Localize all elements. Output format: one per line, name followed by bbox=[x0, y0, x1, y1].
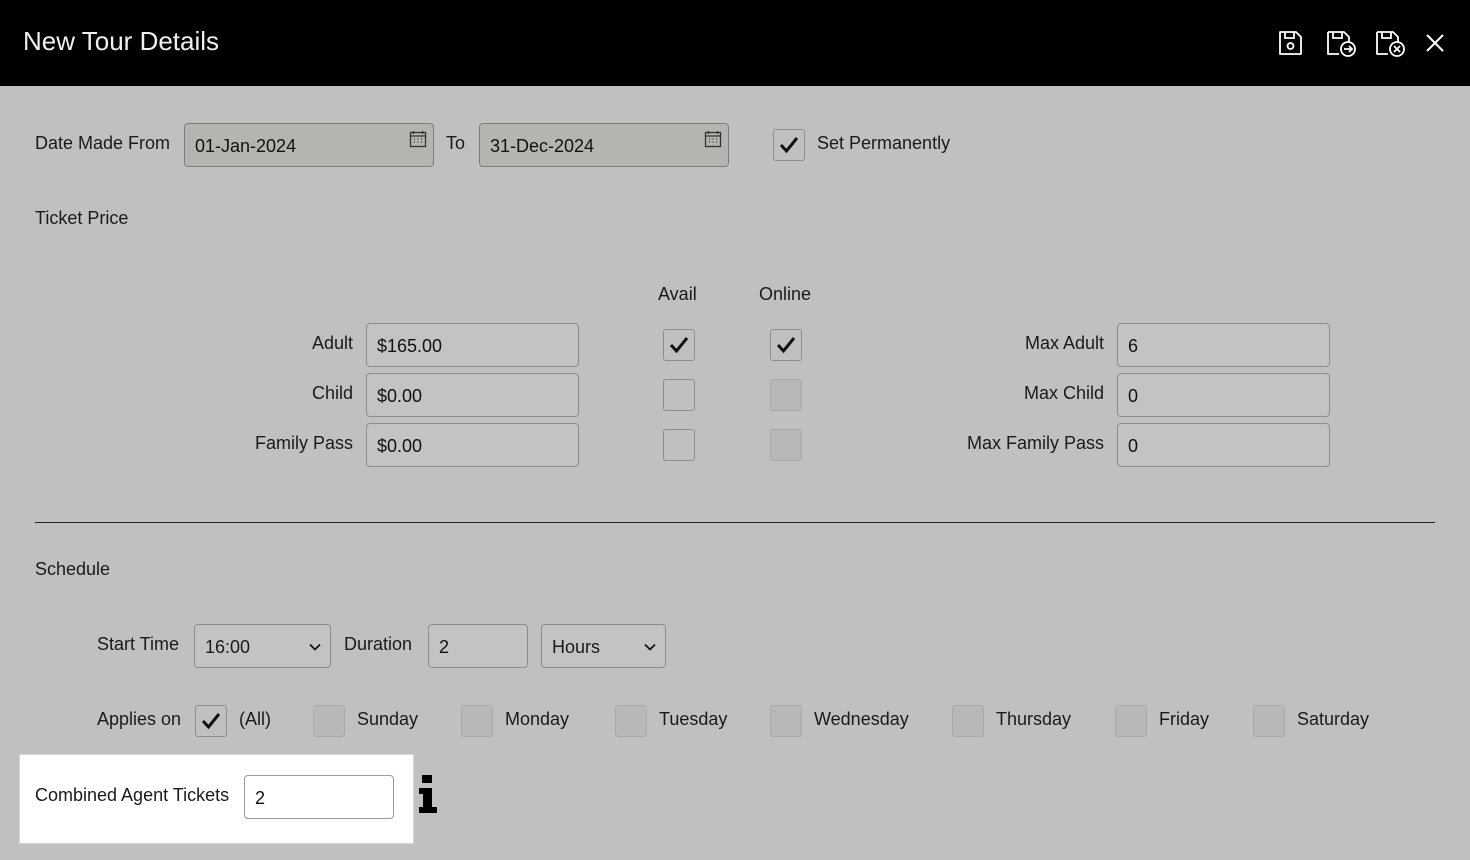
start-time-label: Start Time bbox=[97, 634, 180, 654]
chevron-down-icon bbox=[644, 643, 656, 651]
date-made-from-label: Date Made From bbox=[35, 133, 171, 153]
check-icon bbox=[779, 137, 799, 154]
date-from-field[interactable]: 01-Jan-2024 bbox=[184, 123, 434, 167]
max-family-pass-label: Max Family Pass bbox=[966, 433, 1104, 453]
start-time-value: 16:00 bbox=[205, 637, 251, 657]
calendar-icon[interactable] bbox=[704, 130, 722, 148]
day-tuesday-checkbox[interactable] bbox=[615, 705, 647, 737]
day-monday-label: Monday bbox=[505, 709, 570, 729]
online-column-header: Online bbox=[759, 284, 812, 304]
child-label: Child bbox=[311, 383, 353, 403]
info-icon[interactable] bbox=[416, 774, 440, 814]
day-friday-label: Friday bbox=[1159, 709, 1210, 729]
date-to-field[interactable]: 31-Dec-2024 bbox=[479, 123, 729, 167]
combined-agent-tickets-label: Combined Agent Tickets bbox=[35, 785, 230, 805]
child-avail-checkbox[interactable] bbox=[663, 379, 695, 411]
child-online-checkbox bbox=[770, 379, 802, 411]
calendar-icon[interactable] bbox=[409, 130, 427, 148]
family-pass-avail-checkbox[interactable] bbox=[663, 429, 695, 461]
save-icon[interactable] bbox=[1275, 28, 1305, 58]
duration-unit-value: Hours bbox=[552, 637, 601, 657]
family-pass-price-input[interactable]: $0.00 bbox=[366, 423, 579, 467]
family-pass-label: Family Pass bbox=[254, 433, 353, 453]
day-sunday-checkbox[interactable] bbox=[313, 705, 345, 737]
set-permanently-label: Set Permanently bbox=[817, 133, 951, 153]
close-icon[interactable] bbox=[1420, 28, 1448, 58]
max-family-pass-input[interactable]: 0 bbox=[1117, 423, 1330, 467]
day-all-checkbox[interactable] bbox=[195, 705, 227, 737]
max-child-label: Max Child bbox=[1023, 383, 1104, 403]
duration-input[interactable]: 2 bbox=[428, 624, 528, 668]
save-and-close-icon[interactable] bbox=[1374, 28, 1408, 58]
adult-label: Adult bbox=[311, 333, 353, 353]
duration-unit-select[interactable]: Hours bbox=[541, 624, 666, 668]
check-icon bbox=[669, 337, 689, 354]
set-permanently-checkbox[interactable] bbox=[773, 129, 805, 161]
max-adult-input[interactable]: 6 bbox=[1117, 323, 1330, 367]
window-title: New Tour Details bbox=[23, 26, 220, 56]
check-icon bbox=[201, 713, 221, 730]
day-thursday-label: Thursday bbox=[996, 709, 1072, 729]
adult-online-checkbox[interactable] bbox=[770, 329, 802, 361]
day-friday-checkbox[interactable] bbox=[1115, 705, 1147, 737]
title-bar: New Tour Details bbox=[0, 0, 1470, 86]
applies-on-label: Applies on bbox=[97, 709, 182, 729]
ticket-price-heading: Ticket Price bbox=[35, 208, 129, 228]
start-time-select[interactable]: 16:00 bbox=[194, 624, 331, 668]
date-to-value: 31-Dec-2024 bbox=[490, 136, 595, 156]
combined-agent-panel: Combined Agent Tickets 2 bbox=[19, 754, 414, 844]
section-divider bbox=[35, 522, 1435, 523]
duration-label: Duration bbox=[344, 634, 413, 654]
day-saturday-checkbox[interactable] bbox=[1253, 705, 1285, 737]
family-pass-online-checkbox bbox=[770, 429, 802, 461]
day-saturday-label: Saturday bbox=[1297, 709, 1370, 729]
schedule-heading: Schedule bbox=[35, 559, 111, 579]
max-child-input[interactable]: 0 bbox=[1117, 373, 1330, 417]
save-and-new-icon[interactable] bbox=[1325, 28, 1359, 58]
day-monday-checkbox[interactable] bbox=[461, 705, 493, 737]
combined-agent-tickets-input[interactable]: 2 bbox=[244, 775, 394, 819]
day-sunday-label: Sunday bbox=[357, 709, 419, 729]
chevron-down-icon bbox=[309, 643, 321, 651]
day-tuesday-label: Tuesday bbox=[659, 709, 728, 729]
child-price-input[interactable]: $0.00 bbox=[366, 373, 579, 417]
adult-price-input[interactable]: $165.00 bbox=[366, 323, 579, 367]
avail-column-header: Avail bbox=[658, 284, 697, 304]
day-all-label: (All) bbox=[239, 709, 271, 729]
date-from-value: 01-Jan-2024 bbox=[195, 136, 297, 156]
day-wednesday-label: Wednesday bbox=[814, 709, 909, 729]
to-label: To bbox=[446, 133, 466, 153]
adult-avail-checkbox[interactable] bbox=[663, 329, 695, 361]
day-thursday-checkbox[interactable] bbox=[952, 705, 984, 737]
check-icon bbox=[776, 337, 796, 354]
day-wednesday-checkbox[interactable] bbox=[770, 705, 802, 737]
max-adult-label: Max Adult bbox=[1024, 333, 1104, 353]
